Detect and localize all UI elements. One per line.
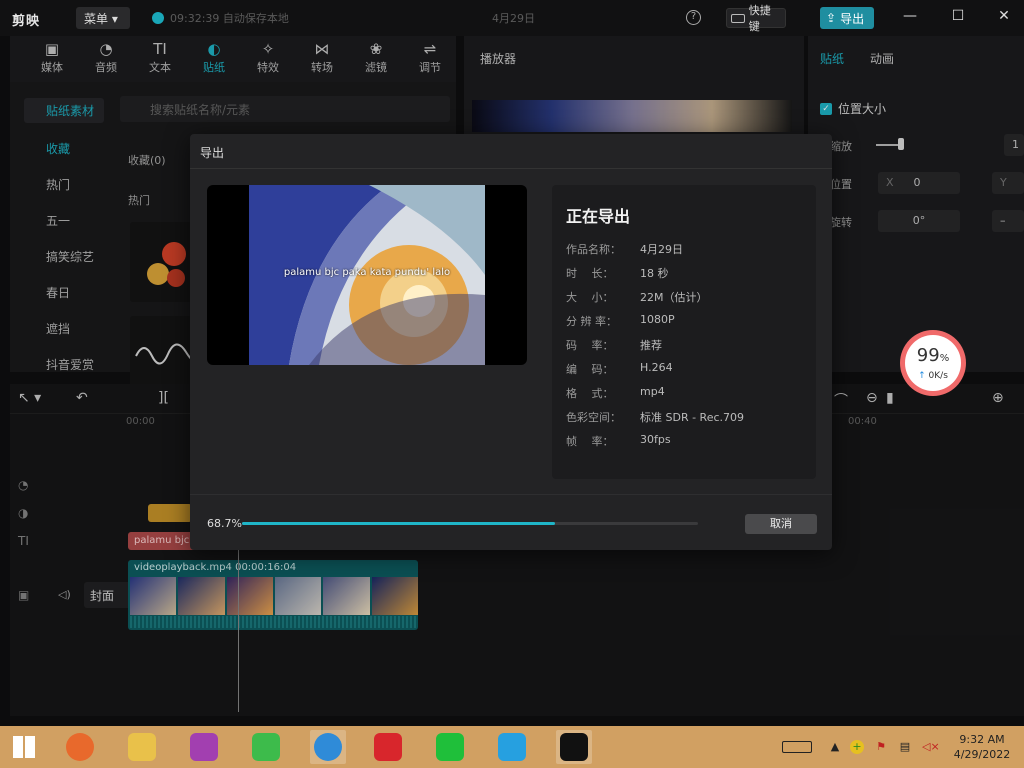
export-icon: ⇪ [826,11,837,25]
network-icon[interactable]: ▤ [898,740,912,754]
dialog-title: 导出 [200,146,225,160]
touch-keyboard-icon[interactable] [782,741,812,753]
clock-time: 9:32 AM [959,733,1005,746]
export-info-row: 帧 率： 30fps [566,433,671,449]
taskbar-app[interactable] [248,730,284,764]
volume-muted-icon[interactable]: ◁× [922,740,940,754]
info-value: 30fps [640,433,671,446]
divider [190,494,832,495]
taskbar-app[interactable] [370,730,406,764]
export-info-row: 时 长： 18 秒 [566,265,669,281]
taskbar-app[interactable] [494,730,530,764]
saved-check-icon [152,12,164,24]
export-info-row: 编 码： H.264 [566,361,673,377]
netease-music-icon [374,733,402,761]
capcut-icon [560,733,588,761]
memory-percent: 99% [905,345,961,366]
taskbar-app[interactable] [124,730,160,764]
export-info-row: 格 式： mp4 [566,385,665,401]
network-speed: ↑ 0K/s [905,371,961,381]
maximize-button[interactable]: ☐ [948,8,968,24]
taskbar-app[interactable] [432,730,468,764]
info-value: mp4 [640,385,665,398]
sync-app-icon [252,733,280,761]
firefox-icon [66,733,94,761]
export-info-box: 正在导出 作品名称： 4月29日时 长： 18 秒大 小： 22M（估计） 分 辨 率：… [552,185,816,479]
export-info-row: 分 辨 率： 1080P [566,313,675,329]
export-preview: palamu bjc paka kata pundu' lalo [207,185,527,365]
tray-app-icon[interactable]: + [850,740,864,754]
info-value: 1080P [640,313,675,326]
info-value: H.264 [640,361,673,374]
video-player-icon [498,733,526,761]
network-speed-value: 0K/s [928,371,948,381]
windows-start-icon [13,736,35,758]
export-info-row: 色彩空间： 标准 SDR - Rec.709 [566,409,744,425]
info-key: 格 式： [566,387,614,400]
export-info-row: 大 小： 22M（估计） [566,289,708,305]
export-info-row: 码 率： 推荐 [566,337,662,353]
info-key: 作品名称： [566,243,621,256]
info-key: 帧 率： [566,435,614,448]
save-status-text: 09:32:39 自动保存本地 [170,12,289,25]
network-widget-inner: 99% ↑ 0K/s [905,335,961,391]
close-button[interactable]: ✕ [994,8,1014,24]
info-key: 色彩空间： [566,411,621,424]
security-alert-icon[interactable]: ⚑ [874,740,888,754]
info-key: 分 辨 率： [566,315,617,328]
clock-date: 4/29/2022 [953,748,1011,761]
menu-button[interactable]: 菜单 ▾ [76,7,130,29]
chrome-icon [314,733,342,761]
info-key: 编 码： [566,363,614,376]
export-button[interactable]: ⇪ 导出 [820,7,874,29]
minimize-button[interactable]: — [900,8,920,24]
memory-percent-value: 99 [916,345,940,366]
info-value: 推荐 [640,339,662,352]
title-bar: 剪映 菜单 ▾ 09:32:39 自动保存本地 4月29日 ? 快捷键 ⇪ 导出 … [0,0,1024,36]
memory-percent-sign: % [939,353,950,364]
export-progress-bar [242,522,698,525]
shortcut-button[interactable]: 快捷键 [726,4,786,33]
file-explorer-icon [128,733,156,761]
export-info-row: 作品名称： 4月29日 [566,241,683,257]
project-name: 4月29日 [492,12,535,25]
progress-percent: 68.7% [207,517,242,530]
menu-button-label: 菜单 [84,12,109,26]
keyboard-icon [731,13,745,23]
info-key: 大 小： [566,291,614,304]
media-app-icon [190,733,218,761]
divider [190,168,832,169]
info-value: 18 秒 [640,267,669,280]
taskbar-app[interactable] [310,730,346,764]
export-label: 导出 [840,11,865,26]
preview-caption: palamu bjc paka kata pundu' lalo [283,267,451,278]
taskbar-app[interactable] [6,730,42,764]
upload-arrow-icon: ↑ [918,371,926,381]
save-status: 09:32:39 自动保存本地 [152,10,289,26]
export-status: 正在导出 [566,207,631,226]
info-key: 码 率： [566,339,614,352]
taskbar: ▲ + ⚑ ▤ ◁× 9:32 AM 4/29/2022 [0,726,1024,768]
network-speed-widget[interactable]: 99% ↑ 0K/s [900,330,966,396]
info-key: 时 长： [566,267,614,280]
taskbar-app[interactable] [186,730,222,764]
export-dialog: 导出 palamu bjc paka kata pundu' lalo 正在导出… [190,134,832,550]
show-hidden-icons-icon[interactable]: ▲ [828,740,842,754]
help-icon[interactable]: ? [686,10,701,25]
progress-fill [242,522,556,525]
app-logo: 剪映 [12,14,41,29]
taskbar-app[interactable] [62,730,98,764]
system-clock[interactable]: 9:32 AM 4/29/2022 [950,732,1014,762]
info-value: 22M（估计） [640,291,708,304]
info-value: 4月29日 [640,243,683,256]
cancel-button[interactable]: 取消 [745,514,817,534]
iqiyi-icon [436,733,464,761]
shortcut-label: 快捷键 [748,4,771,33]
info-value: 标准 SDR - Rec.709 [640,411,745,424]
taskbar-app[interactable] [556,730,592,764]
